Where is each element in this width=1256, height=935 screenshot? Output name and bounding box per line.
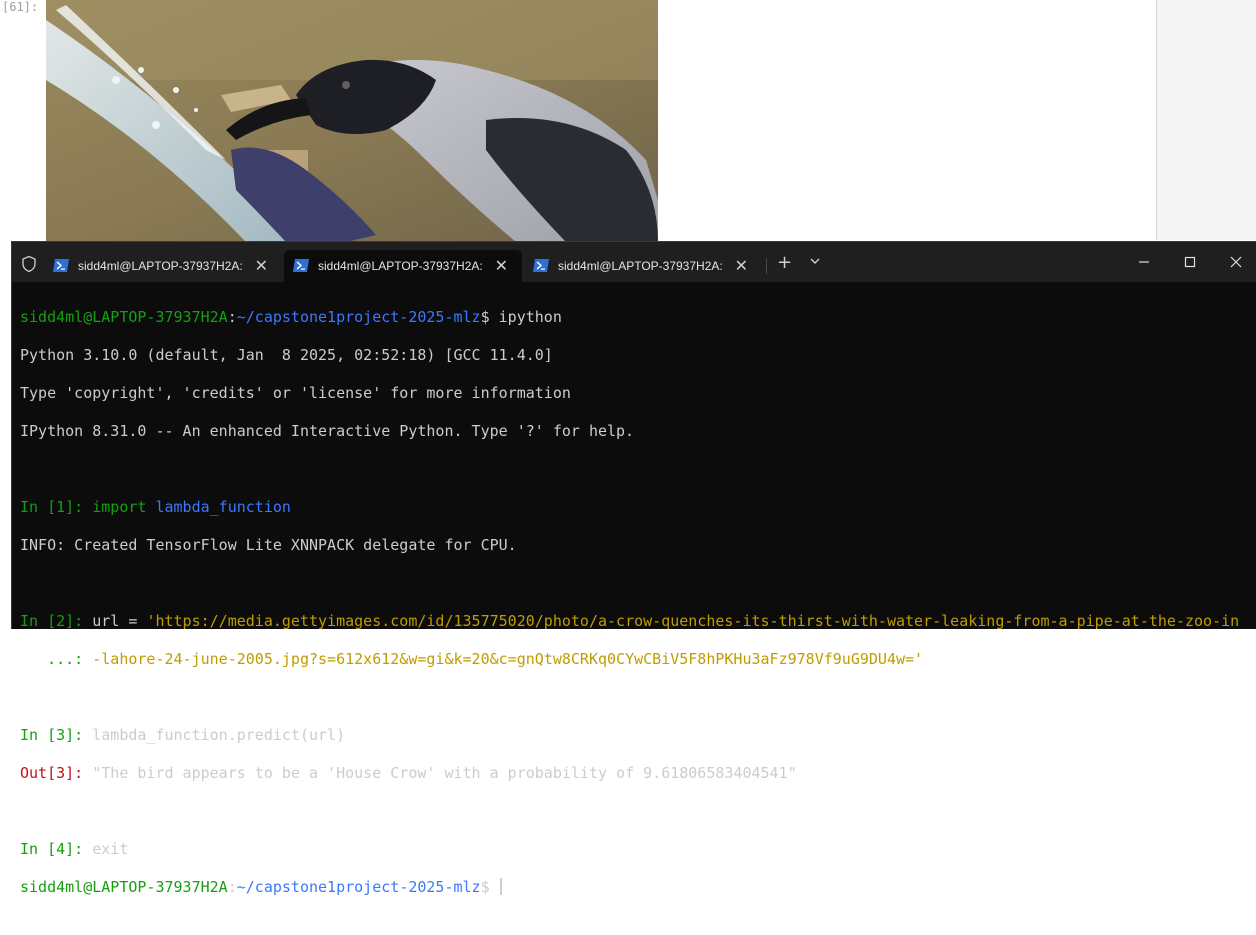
minimize-icon[interactable]: [1132, 250, 1156, 274]
close-window-icon[interactable]: [1224, 250, 1248, 274]
code-text: url =: [92, 612, 147, 630]
terminal-tab-1[interactable]: sidd4ml@LAPTOP-37937H2A: ✕: [44, 250, 282, 282]
ipython-version-line: IPython 8.31.0 -- An enhanced Interactiv…: [20, 422, 635, 440]
in-prompt: In [4]:: [20, 840, 93, 858]
new-tab-button[interactable]: +: [777, 252, 792, 273]
prompt-colon: :: [227, 878, 237, 896]
python-version-line: Python 3.10.0 (default, Jan 8 2025, 02:5…: [20, 346, 553, 364]
code-text: exit: [92, 840, 129, 858]
prompt-path: ~/capstone1project-2025-mlz: [236, 308, 481, 326]
prompt-dollar: $: [480, 878, 499, 896]
tflite-info-line: INFO: Created TensorFlow Lite XNNPACK de…: [20, 536, 517, 554]
prompt-user: sidd4ml@LAPTOP-37937H2A: [20, 878, 228, 896]
info-line: Type 'copyright', 'credits' or 'license'…: [20, 384, 571, 402]
module-name: lambda_function: [155, 498, 291, 516]
keyword: import: [92, 498, 147, 516]
tab-separator: [766, 258, 767, 274]
code-text: lambda_function.predict(url): [92, 726, 346, 744]
powershell-icon: [293, 259, 309, 272]
prompt-colon: :: [227, 308, 237, 326]
chevron-down-icon[interactable]: [808, 254, 822, 268]
continuation-prompt: ...:: [20, 650, 93, 668]
command-text: $ ipython: [480, 308, 562, 326]
terminal-tab-3[interactable]: sidd4ml@LAPTOP-37937H2A: ✕: [524, 250, 762, 282]
shield-icon[interactable]: [20, 255, 38, 273]
terminal-output[interactable]: sidd4ml@LAPTOP-37937H2A:~/capstone1proje…: [20, 289, 1239, 935]
cell-prompt: [61]:: [2, 0, 39, 14]
crow-photo: [46, 0, 658, 242]
close-icon[interactable]: ✕: [735, 256, 748, 276]
terminal-titlebar: sidd4ml@LAPTOP-37937H2A: ✕ sidd4ml@LAPTO…: [12, 242, 1256, 282]
terminal-tab-2[interactable]: sidd4ml@LAPTOP-37937H2A: ✕: [284, 250, 522, 282]
notebook-margin: [1157, 0, 1256, 240]
out-prompt: Out[3]:: [20, 764, 93, 782]
terminal-window: sidd4ml@LAPTOP-37937H2A: ✕ sidd4ml@LAPTO…: [11, 241, 1256, 896]
in-prompt: In [2]:: [20, 612, 93, 630]
url-string: -lahore-24-june-2005.jpg?s=612x612&w=gi&…: [92, 650, 924, 668]
prompt-user: sidd4ml@LAPTOP-37937H2A: [20, 308, 228, 326]
close-icon[interactable]: ✕: [495, 256, 508, 276]
powershell-icon: [53, 259, 69, 272]
powershell-icon: [533, 259, 549, 272]
in-prompt: In [3]:: [20, 726, 93, 744]
url-string: 'https://media.gettyimages.com/id/135775…: [146, 612, 1240, 630]
text-cursor[interactable]: [499, 878, 502, 895]
prompt-path: ~/capstone1project-2025-mlz: [236, 878, 481, 896]
maximize-icon[interactable]: [1178, 250, 1202, 274]
in-prompt: In [1]:: [20, 498, 93, 516]
output-value: "The bird appears to be a 'House Crow' w…: [92, 764, 797, 782]
close-icon[interactable]: ✕: [255, 256, 268, 276]
tab-label: sidd4ml@LAPTOP-37937H2A:: [78, 259, 243, 273]
tab-label: sidd4ml@LAPTOP-37937H2A:: [558, 259, 723, 273]
tab-label: sidd4ml@LAPTOP-37937H2A:: [318, 259, 483, 273]
